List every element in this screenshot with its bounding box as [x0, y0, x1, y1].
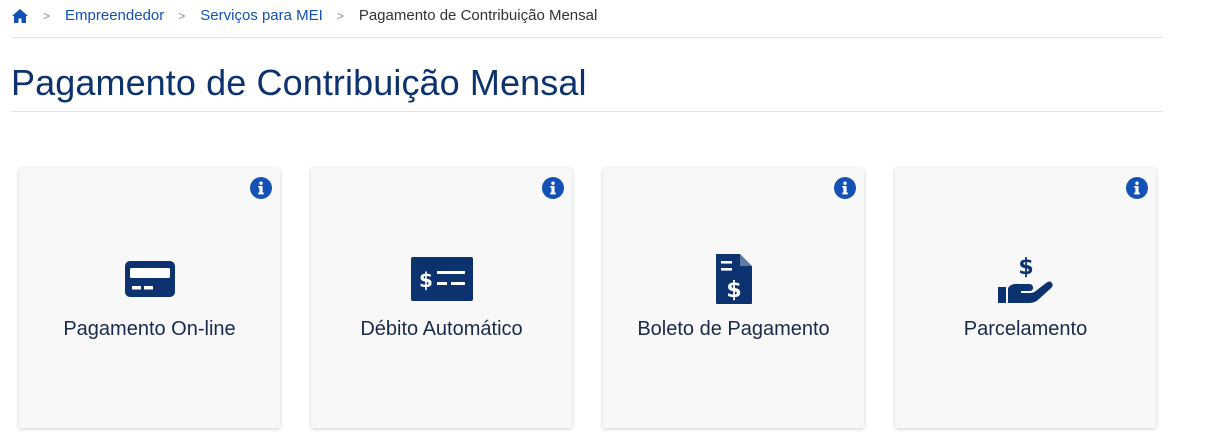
title-divider	[11, 111, 1163, 112]
card-label: Parcelamento	[963, 318, 1088, 340]
breadcrumb-link-empreendedor[interactable]: Empreendedor	[65, 7, 164, 24]
card-debito-automatico[interactable]: $ Débito Automático	[311, 168, 572, 428]
card-label: Pagamento On-line	[63, 318, 236, 340]
card-boleto-pagamento[interactable]: $ Boleto de Pagamento	[603, 168, 864, 428]
card-pagamento-online[interactable]: Pagamento On-line	[19, 168, 280, 428]
invoice-dollar-icon: $	[603, 252, 864, 306]
home-icon[interactable]	[11, 8, 29, 24]
breadcrumb: > Empreendedor > Serviços para MEI > Pag…	[11, 0, 1163, 38]
breadcrumb-link-servicos-mei[interactable]: Serviços para MEI	[200, 7, 323, 24]
info-icon[interactable]	[250, 177, 272, 199]
breadcrumb-separator: >	[336, 8, 344, 23]
hand-holding-dollar-icon: $	[895, 252, 1156, 306]
credit-card-icon	[19, 252, 280, 306]
card-label: Débito Automático	[360, 318, 523, 340]
svg-text:$: $	[1018, 255, 1033, 280]
svg-text:$: $	[726, 278, 741, 303]
info-icon[interactable]	[542, 177, 564, 199]
breadcrumb-current: Pagamento de Contribuição Mensal	[358, 7, 598, 24]
breadcrumb-separator: >	[178, 8, 186, 23]
page-title: Pagamento de Contribuição Mensal	[11, 62, 587, 103]
svg-text:$: $	[419, 268, 433, 292]
card-label: Boleto de Pagamento	[637, 318, 830, 340]
breadcrumb-separator: >	[43, 8, 51, 23]
page: > Empreendedor > Serviços para MEI > Pag…	[0, 0, 1218, 448]
info-icon[interactable]	[1126, 177, 1148, 199]
info-icon[interactable]	[834, 177, 856, 199]
card-parcelamento[interactable]: $ Parcelamento	[895, 168, 1156, 428]
check-money-icon: $	[311, 252, 572, 306]
